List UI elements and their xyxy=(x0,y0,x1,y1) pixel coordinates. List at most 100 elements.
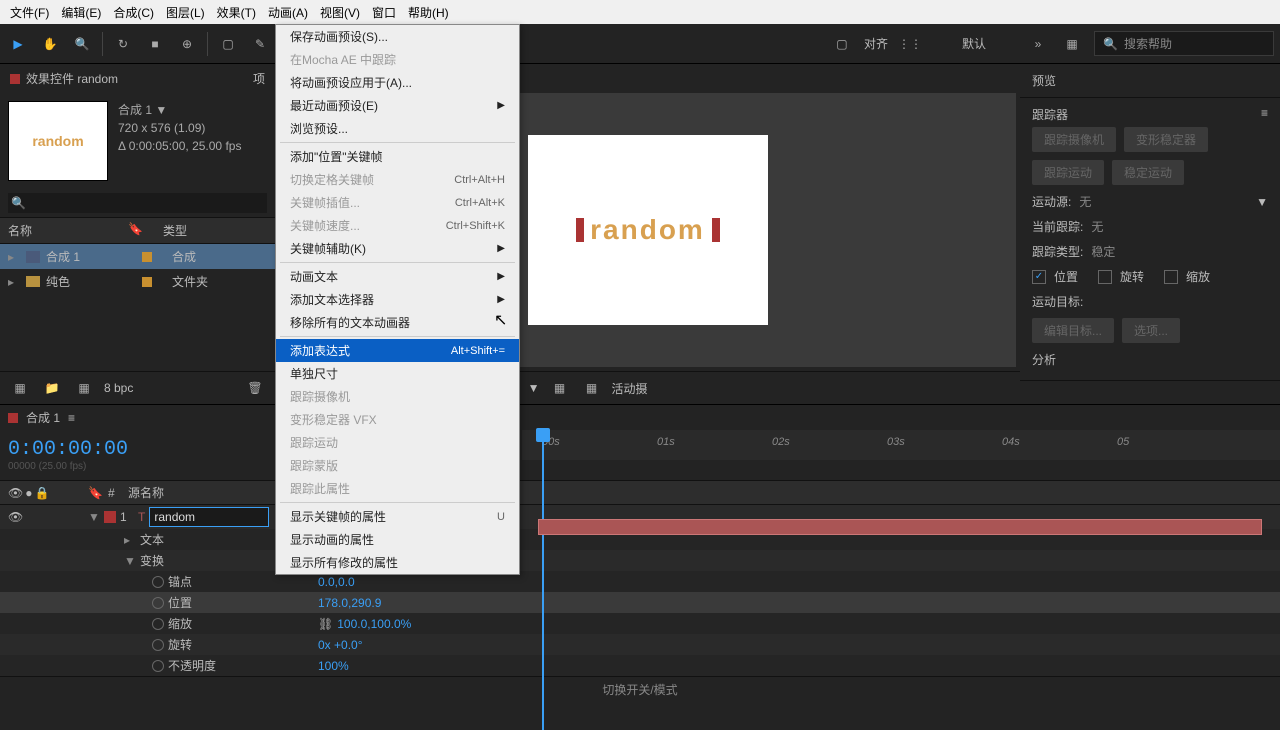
more-icon[interactable]: » xyxy=(1026,32,1050,56)
menu-item[interactable]: 添加"位置"关键帧 xyxy=(276,145,519,168)
menu-item: 关键帧插值...Ctrl+Alt+K xyxy=(276,191,519,214)
new-folder-icon[interactable]: 📁 xyxy=(40,376,64,400)
prop-anchor[interactable]: 锚点 0.0,0.0 xyxy=(0,571,1280,592)
pen-tool-icon[interactable]: ✎ xyxy=(248,32,272,56)
menu-comp[interactable]: 合成(C) xyxy=(107,4,160,21)
motion-source-label: 运动源: xyxy=(1032,193,1071,210)
prop-scale[interactable]: 缩放 ⛓100.0,100.0% xyxy=(0,613,1280,634)
align-icon[interactable]: ▢ xyxy=(830,32,854,56)
menu-item[interactable]: 移除所有的文本动画器 xyxy=(276,311,519,334)
toggle-switches-button[interactable]: 切换开关/模式 xyxy=(602,681,677,698)
menu-help[interactable]: 帮助(H) xyxy=(402,4,455,21)
view-dropdown[interactable]: 活动摄 xyxy=(612,380,648,397)
animation-dropdown-menu: 保存动画预设(S)...在Mocha AE 中跟踪将动画预设应用于(A)...最… xyxy=(275,24,520,575)
trash-icon[interactable]: 🗑 xyxy=(243,376,267,400)
new-comp-icon[interactable]: ▦ xyxy=(72,376,96,400)
time-ruler[interactable]: 00s 01s 02s 03s 04s 05 xyxy=(522,430,1280,460)
align-label: 对齐 xyxy=(864,35,888,52)
layer-row-1[interactable]: 👁 ▼ 1 T ⊕ ※ ／ ◎ 无 ▼ xyxy=(0,505,1280,529)
analyze-label: 分析 xyxy=(1032,351,1056,368)
menu-item: 切换定格关键帧Ctrl+Alt+H xyxy=(276,168,519,191)
transparency-icon[interactable]: ▦ xyxy=(580,376,604,400)
project-search-input[interactable] xyxy=(8,193,267,213)
stopwatch-icon[interactable] xyxy=(152,576,164,588)
canvas-text: random xyxy=(590,214,705,246)
tracker-panel-title: 跟踪器 xyxy=(1032,106,1068,123)
menu-item[interactable]: 保存动画预设(S)... xyxy=(276,25,519,48)
menu-item[interactable]: 将动画预设应用于(A)... xyxy=(276,71,519,94)
layer-name-input[interactable] xyxy=(149,507,269,527)
menu-layer[interactable]: 图层(L) xyxy=(160,4,211,21)
track-camera-button[interactable]: 跟踪摄像机 xyxy=(1032,127,1116,152)
timeline-tab[interactable]: 合成 1 xyxy=(26,409,60,426)
search-help-input[interactable]: 🔍 搜索帮助 xyxy=(1094,31,1274,56)
bpc-label[interactable]: 8 bpc xyxy=(104,381,133,395)
project-columns: 名称 🔖 类型 xyxy=(0,217,275,244)
source-name-column: 源名称 xyxy=(128,484,288,501)
prop-opacity[interactable]: 不透明度 100% xyxy=(0,655,1280,676)
panel-icon[interactable]: ▦ xyxy=(1060,32,1084,56)
menu-item[interactable]: 显示关键帧的属性U xyxy=(276,505,519,528)
snap-icon[interactable]: ⋮⋮ xyxy=(898,32,922,56)
warp-stabilizer-button[interactable]: 变形稳定器 xyxy=(1124,127,1208,152)
scale-checkbox[interactable] xyxy=(1164,270,1178,284)
effects-panel-tab[interactable]: 效果控件 random 项 xyxy=(0,64,275,93)
track-type-label: 跟踪类型: xyxy=(1032,243,1083,260)
menu-item[interactable]: 单独尺寸 xyxy=(276,362,519,385)
playhead[interactable] xyxy=(542,430,544,730)
menu-window[interactable]: 窗口 xyxy=(366,4,402,21)
position-checkbox[interactable] xyxy=(1032,270,1046,284)
prop-rotation[interactable]: 旋转 0x +0.0° xyxy=(0,634,1280,655)
workspace-label[interactable]: 默认 xyxy=(962,35,986,52)
menu-item[interactable]: 浏览预设... xyxy=(276,117,519,140)
menu-item[interactable]: 添加表达式Alt+Shift+= xyxy=(276,339,519,362)
anchor-tool-icon[interactable]: ⊕ xyxy=(175,32,199,56)
hand-tool-icon[interactable]: ✋ xyxy=(38,32,62,56)
project-list: ▸ 合成 1 合成 ▸ 纯色 文件夹 xyxy=(0,244,275,371)
layer-twirl[interactable]: ▼ xyxy=(88,510,100,524)
layer-duration-bar[interactable] xyxy=(538,519,1262,535)
menu-effect[interactable]: 效果(T) xyxy=(211,4,262,21)
rotate-tool-icon[interactable]: ↻ xyxy=(111,32,135,56)
stopwatch-icon[interactable] xyxy=(152,597,164,609)
selection-tool-icon[interactable]: ▶ xyxy=(6,32,30,56)
motion-target-label: 运动目标: xyxy=(1032,293,1083,310)
current-timecode[interactable]: 0:00:00:00 xyxy=(8,438,302,461)
menu-item[interactable]: 显示所有修改的属性 xyxy=(276,551,519,574)
region-icon[interactable]: ▦ xyxy=(548,376,572,400)
zoom-tool-icon[interactable]: 🔍 xyxy=(70,32,94,56)
project-item-folder[interactable]: ▸ 纯色 文件夹 xyxy=(0,269,275,294)
project-item-comp[interactable]: ▸ 合成 1 合成 xyxy=(0,244,275,269)
stopwatch-icon[interactable] xyxy=(152,660,164,672)
search-icon: 🔍 xyxy=(1103,37,1118,51)
menu-item[interactable]: 关键帧辅助(K)▶ xyxy=(276,237,519,260)
stopwatch-icon[interactable] xyxy=(152,639,164,651)
rotation-checkbox[interactable] xyxy=(1098,270,1112,284)
menubar: 文件(F) 编辑(E) 合成(C) 图层(L) 效果(T) 动画(A) 视图(V… xyxy=(0,0,1280,24)
motion-source-dropdown[interactable]: 无 xyxy=(1079,193,1091,210)
toolbar: ▶ ✋ 🔍 ↻ ■ ⊕ ▢ ✎ ▢ 对齐 ⋮⋮ 默认 » ▦ 🔍 搜索帮助 xyxy=(0,24,1280,64)
shape-tool-icon[interactable]: ▢ xyxy=(216,32,240,56)
track-motion-button[interactable]: 跟踪运动 xyxy=(1032,160,1104,185)
camera-tool-icon[interactable]: ■ xyxy=(143,32,167,56)
menu-item[interactable]: 显示动画的属性 xyxy=(276,528,519,551)
visibility-toggle[interactable]: 👁 xyxy=(8,510,84,524)
comp-thumbnail: random xyxy=(8,101,108,181)
prop-transform[interactable]: ▼变换 重置 xyxy=(0,550,1280,571)
interpret-icon[interactable]: ▦ xyxy=(8,376,32,400)
menu-item[interactable]: 动画文本▶ xyxy=(276,265,519,288)
menu-view[interactable]: 视图(V) xyxy=(314,4,366,21)
panel-menu-icon[interactable]: ≡ xyxy=(1261,106,1268,123)
menu-item[interactable]: 添加文本选择器▶ xyxy=(276,288,519,311)
menu-animation[interactable]: 动画(A) xyxy=(262,4,314,21)
menu-item[interactable]: 最近动画预设(E)▶ xyxy=(276,94,519,117)
menu-file[interactable]: 文件(F) xyxy=(4,4,55,21)
prop-position[interactable]: 位置 178.0,290.9 xyxy=(0,592,1280,613)
visibility-column-icon: 👁 xyxy=(8,486,23,500)
stabilize-motion-button[interactable]: 稳定运动 xyxy=(1112,160,1184,185)
stopwatch-icon[interactable] xyxy=(152,618,164,630)
options-button[interactable]: 选项... xyxy=(1122,318,1180,343)
menu-edit[interactable]: 编辑(E) xyxy=(55,4,107,21)
comp-metadata: 合成 1 ▼ 720 x 576 (1.09) Δ 0:00:05:00, 25… xyxy=(118,101,241,181)
edit-target-button[interactable]: 编辑目标... xyxy=(1032,318,1114,343)
